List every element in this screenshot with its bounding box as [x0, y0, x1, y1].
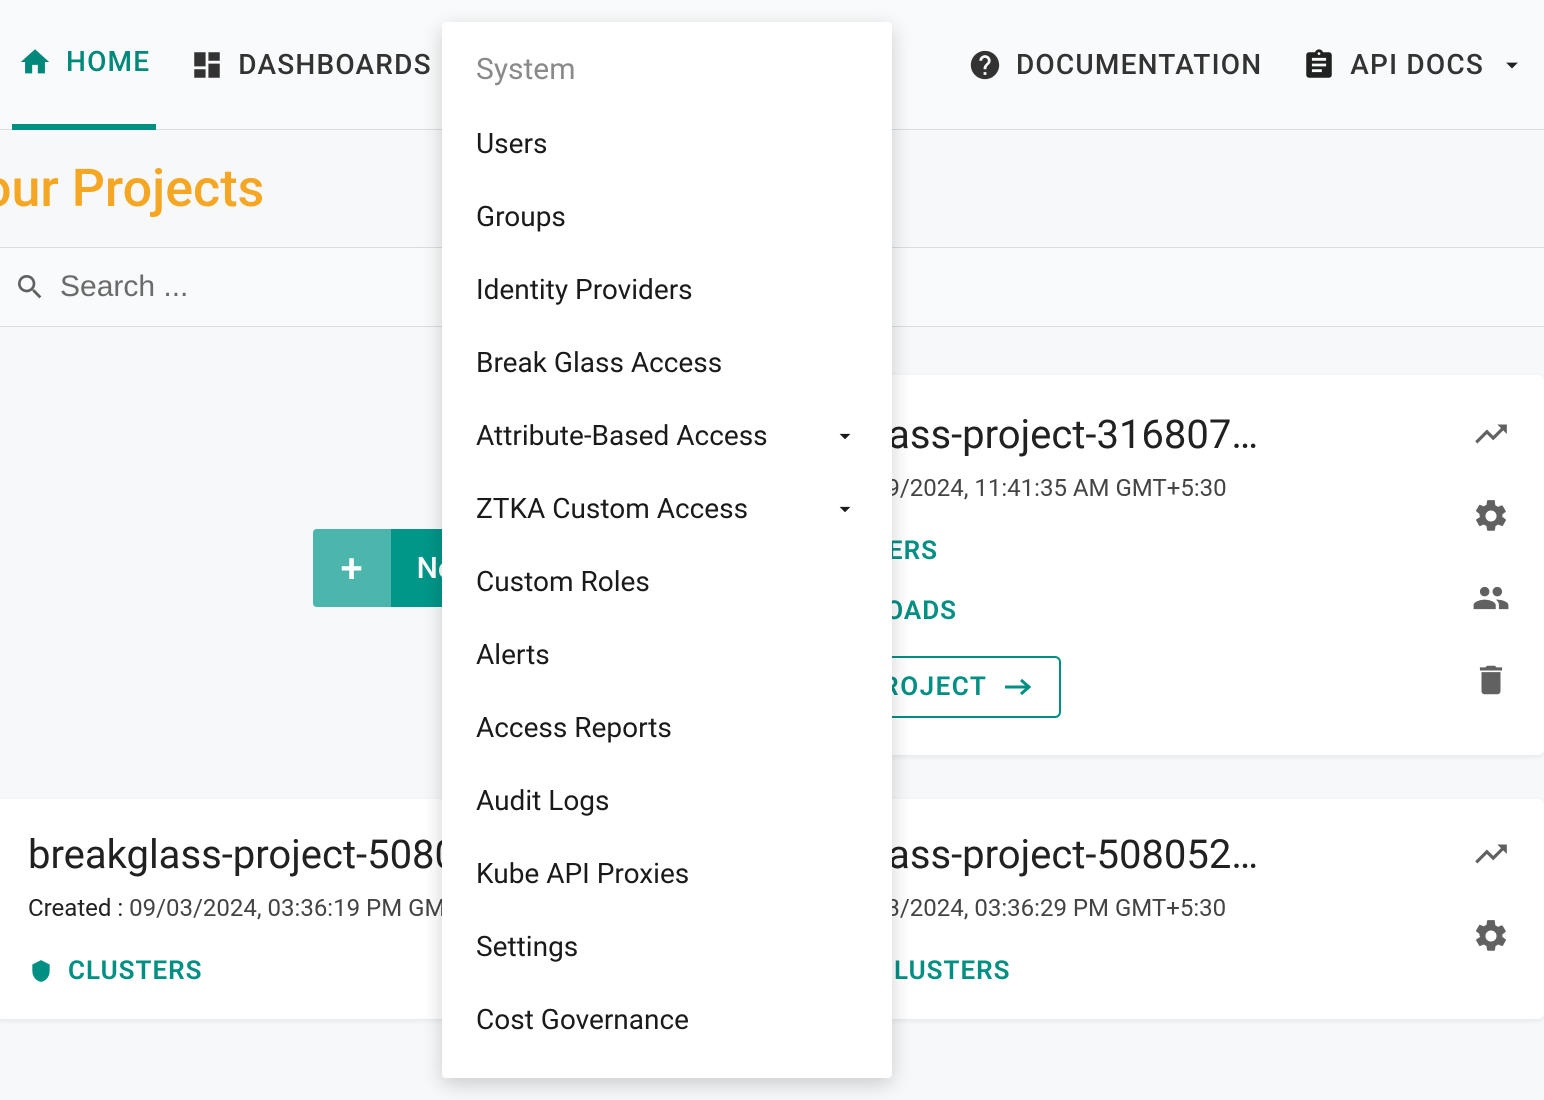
system-dropdown: System Users Groups Identity Providers B…: [442, 22, 892, 1078]
home-icon: [18, 45, 52, 79]
project-name: kglass-project-508052…: [836, 831, 1462, 878]
clusters-link[interactable]: USTERS: [836, 536, 1462, 566]
clipboard-icon: [1302, 48, 1336, 82]
project-card: kglass-project-316807… 08/29/2024, 11:41…: [802, 375, 1544, 755]
dropdown-item-attribute-based-access[interactable]: Attribute-Based Access: [442, 399, 892, 472]
dashboard-icon: [190, 48, 224, 82]
gear-icon[interactable]: [1472, 497, 1510, 535]
project-name: kglass-project-316807…: [836, 411, 1462, 458]
dropdown-item-access-reports[interactable]: Access Reports: [442, 691, 892, 764]
dropdown-item-kube-api-proxies[interactable]: Kube API Proxies: [442, 837, 892, 910]
trash-icon[interactable]: [1472, 661, 1510, 699]
arrow-right-icon: [1003, 676, 1033, 698]
nav-api-docs-label: API DOCS: [1350, 48, 1484, 81]
people-icon[interactable]: [1472, 579, 1510, 617]
dropdown-item-break-glass-access[interactable]: Break Glass Access: [442, 326, 892, 399]
dropdown-item-users[interactable]: Users: [442, 107, 892, 180]
dropdown-item-cost-governance[interactable]: Cost Governance: [442, 983, 892, 1056]
gear-icon[interactable]: [1472, 917, 1510, 955]
project-card: kglass-project-508052… 09/03/2024, 03:36…: [802, 799, 1544, 1019]
project-created: 08/29/2024, 11:41:35 AM GMT+5:30: [836, 474, 1462, 502]
cluster-icon: [28, 958, 54, 984]
chevron-down-icon: [832, 496, 858, 522]
dropdown-item-identity-providers[interactable]: Identity Providers: [442, 253, 892, 326]
dropdown-group-label: System: [442, 32, 892, 107]
workloads-link[interactable]: RKLOADS: [836, 596, 1462, 626]
plus-icon: +: [313, 529, 391, 607]
dropdown-item-audit-logs[interactable]: Audit Logs: [442, 764, 892, 837]
clusters-link[interactable]: CLUSTERS: [836, 956, 1462, 986]
chevron-down-icon: [832, 423, 858, 449]
nav-home-label: HOME: [66, 45, 150, 78]
dropdown-item-groups[interactable]: Groups: [442, 180, 892, 253]
nav-dashboards-label: DASHBOARDS: [238, 48, 431, 81]
dropdown-item-settings[interactable]: Settings: [442, 910, 892, 983]
nav-documentation-label: DOCUMENTATION: [1016, 48, 1262, 81]
search-icon: [14, 271, 46, 303]
nav-home[interactable]: HOME: [12, 0, 156, 130]
nav-dashboards[interactable]: DASHBOARDS: [184, 0, 437, 130]
nav-api-docs[interactable]: API DOCS: [1296, 0, 1532, 130]
help-icon: [968, 48, 1002, 82]
nav-documentation[interactable]: DOCUMENTATION: [962, 0, 1268, 130]
chevron-down-icon: [1498, 51, 1526, 79]
dropdown-item-alerts[interactable]: Alerts: [442, 618, 892, 691]
dropdown-item-custom-roles[interactable]: Custom Roles: [442, 545, 892, 618]
trending-icon[interactable]: [1472, 415, 1510, 453]
dropdown-item-ztka-custom-access[interactable]: ZTKA Custom Access: [442, 472, 892, 545]
project-created: 09/03/2024, 03:36:29 PM GMT+5:30: [836, 894, 1462, 922]
trending-icon[interactable]: [1472, 835, 1510, 873]
